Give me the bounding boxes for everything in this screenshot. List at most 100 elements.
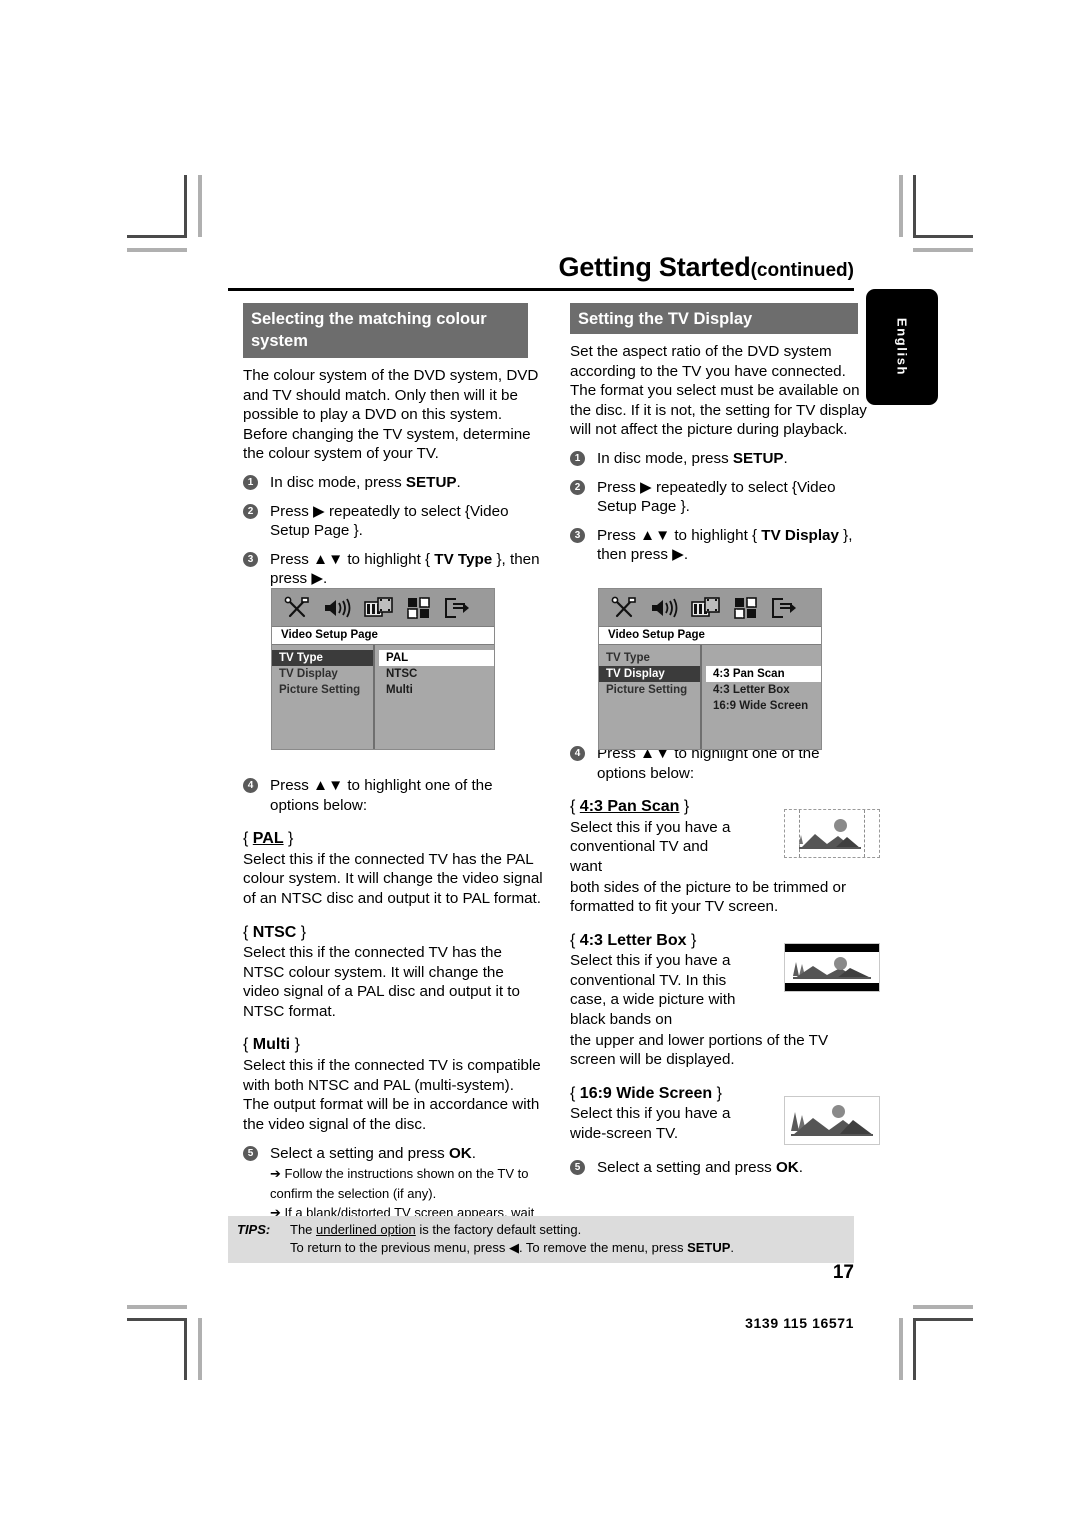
option-title-ntsc: { NTSC }: [243, 923, 543, 943]
crop-mark-br-v2: [899, 1318, 903, 1380]
left-section-heading: Selecting the matching colour system: [243, 303, 528, 358]
brace-close: }: [296, 923, 307, 941]
step-text-after: .: [471, 1145, 476, 1163]
crop-mark-tl-h: [127, 235, 187, 238]
osd-option-multi[interactable]: Multi: [379, 682, 494, 698]
step-text-before: Select a setting and press: [270, 1145, 449, 1163]
step-number: 2: [570, 479, 585, 495]
option-body-pan-scan-near: Select this if you have a conventional T…: [570, 818, 731, 875]
step-number: 2: [243, 503, 258, 519]
step-text-bold: OK: [448, 1145, 472, 1163]
crop-mark-bl-v: [184, 1318, 187, 1380]
right-steps-list-3: 5 Select a setting and press OK.: [570, 1158, 870, 1178]
list-item: 2 Press ▶ repeatedly to select {Video Se…: [570, 478, 870, 517]
osd-menu-item-tv-display[interactable]: TV Display: [599, 666, 700, 682]
option-name: NTSC: [252, 923, 297, 941]
brace-open: {: [570, 798, 580, 816]
step-text-bold: SETUP: [405, 473, 457, 491]
tools-icon: [611, 596, 636, 617]
osd-option-pan-scan[interactable]: 4:3 Pan Scan: [706, 666, 821, 682]
tips-line2-a: To return to the previous menu, press ◀.…: [290, 1240, 688, 1255]
brace-open: {: [243, 830, 253, 848]
list-item: 4 Press ▲▼ to highlight one of the optio…: [243, 776, 543, 815]
osd-option-ntsc[interactable]: NTSC: [379, 666, 494, 682]
list-item: 3 Press ▲▼ to highlight { TV Display }, …: [570, 526, 870, 565]
left-steps-list-2: 4 Press ▲▼ to highlight one of the optio…: [243, 776, 543, 815]
step-text-before: Press: [270, 502, 314, 520]
option-title-pal: { PAL }: [243, 829, 543, 849]
exit-icon: [445, 597, 469, 618]
step-text-before: Press ▲▼ to highlight {: [270, 550, 435, 568]
osd-menu-item-tv-type[interactable]: TV Type: [272, 650, 373, 666]
right-arrow-icon: ▶: [313, 502, 325, 520]
tips-line2-c: .: [730, 1240, 735, 1255]
option-title-pan-scan: { 4:3 Pan Scan }: [570, 797, 755, 817]
right-arrow-icon: ▶: [640, 478, 652, 496]
step-text-before: Press ▲▼ to highlight one of the options…: [597, 744, 820, 782]
page-title-main: Getting Started: [558, 252, 751, 282]
step-text-bold: TV Type: [434, 550, 493, 568]
option-row-wide-screen: { 16:9 Wide Screen } Select this if you …: [570, 1084, 880, 1145]
step-number: 1: [570, 450, 585, 466]
crop-mark-br-h2: [913, 1305, 973, 1309]
tips-line-1: The underlined option is the factory def…: [290, 1221, 734, 1239]
tips-box: TIPS: The underlined option is the facto…: [228, 1216, 854, 1263]
right-section-heading: Setting the TV Display: [570, 303, 858, 334]
option-title-letter-box: { 4:3 Letter Box }: [570, 931, 755, 951]
crop-mark-br-v: [913, 1318, 916, 1380]
osd-screenshot-tv-display: Video Setup Page TV Type TV Display Pict…: [598, 588, 822, 750]
osd-option-pal[interactable]: PAL: [379, 650, 494, 666]
osd-page-title: Video Setup Page: [599, 626, 821, 645]
osd-menu-item-tv-display[interactable]: TV Display: [272, 666, 373, 682]
step-text-before: Press ▲▼ to highlight {: [597, 526, 762, 544]
pan-scan-illustration: [784, 809, 880, 859]
osd-option-wide-screen[interactable]: 16:9 Wide Screen: [706, 698, 821, 714]
tips-line-2: To return to the previous menu, press ◀.…: [290, 1239, 734, 1257]
option-body-letter-box-near: Select this if you have a conventional T…: [570, 952, 736, 1029]
step-text-before: In disc mode, press: [270, 473, 406, 491]
osd-icon-bar: [272, 589, 494, 626]
brace-open: {: [243, 1036, 253, 1054]
language-tab-english: English: [866, 289, 938, 405]
brace-open: {: [570, 1084, 580, 1102]
option-body-wide-screen-near: Select this if you have a wide-screen TV…: [570, 1105, 731, 1143]
crop-mark-tl-v2: [198, 175, 202, 237]
option-body-multi: Select this if the connected TV is compa…: [243, 1057, 541, 1133]
tips-line1-a: The: [290, 1222, 317, 1237]
osd-body: TV Type TV Display Picture Setting 4:3 P…: [599, 645, 821, 749]
tips-line1-underlined: underlined option: [316, 1222, 416, 1237]
option-title-multi: { Multi }: [243, 1035, 543, 1055]
left-steps-list-1: 1 In disc mode, press SETUP. 2 Press ▶ r…: [243, 473, 543, 589]
osd-option-letter-box[interactable]: 4:3 Letter Box: [706, 682, 821, 698]
osd-menu-item-picture-setting[interactable]: Picture Setting: [599, 682, 700, 698]
brace-close: }: [283, 830, 294, 848]
tips-label: TIPS:: [237, 1222, 271, 1237]
language-tab-label: English: [894, 317, 910, 377]
brace-close: }: [686, 931, 697, 949]
page-title: Getting Started(continued): [228, 252, 854, 283]
option-name: 4:3 Pan Scan: [579, 798, 680, 816]
letter-box-illustration: [784, 942, 880, 992]
osd-menu-item-picture-setting[interactable]: Picture Setting: [272, 682, 373, 698]
step-text-after: .: [456, 473, 461, 491]
step-text-bold: SETUP: [732, 449, 784, 467]
sun-icon: [834, 956, 847, 970]
step-text-bold: OK: [775, 1158, 799, 1176]
tips-inner: TIPS: The underlined option is the facto…: [228, 1221, 854, 1257]
option-body-letter-box-full: the upper and lower portions of the TV s…: [570, 1031, 829, 1069]
step-number: 3: [570, 527, 585, 543]
speaker-icon: [652, 598, 678, 617]
crop-mark-tr-h2: [913, 248, 973, 252]
step-text-after: .: [798, 1158, 803, 1176]
list-item: 1 In disc mode, press SETUP.: [243, 473, 543, 493]
step-text-after: .: [783, 449, 788, 467]
list-item: 5 Select a setting and press OK.: [570, 1158, 870, 1178]
landscape-scene: [785, 810, 879, 857]
option-body-pan-scan-full: both sides of the picture to be trimmed …: [570, 878, 847, 916]
film-icon: [691, 596, 720, 617]
right-intro-paragraph: Set the aspect ratio of the DVD system a…: [570, 343, 867, 439]
osd-menu-pane: TV Type TV Display Picture Setting: [272, 645, 375, 749]
osd-menu-item-tv-type[interactable]: TV Type: [599, 650, 700, 666]
preference-icon: [407, 596, 430, 619]
crop-mark-tr-v2: [899, 175, 903, 237]
